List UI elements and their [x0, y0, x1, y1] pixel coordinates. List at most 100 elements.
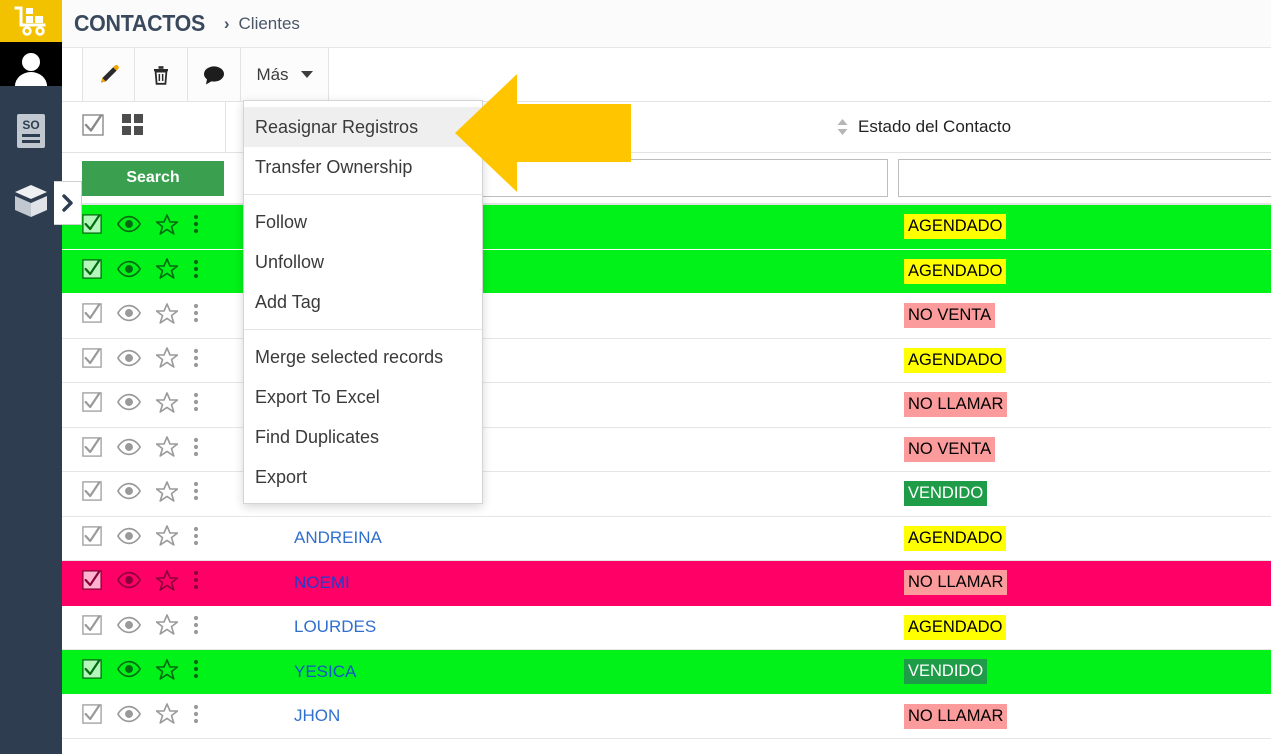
row-select-checkbox[interactable] — [82, 615, 102, 640]
row-favorite-button[interactable] — [155, 347, 179, 373]
eye-icon — [116, 438, 142, 455]
row-select-checkbox[interactable] — [82, 392, 102, 417]
checkbox-checked-icon — [82, 303, 102, 323]
select-all-checkbox[interactable] — [82, 113, 104, 141]
row-more-actions-button[interactable] — [193, 259, 199, 284]
table-row[interactable]: YESICA VENDIDO — [62, 650, 1271, 695]
menu-item[interactable]: Add Tag — [244, 282, 482, 322]
row-favorite-button[interactable] — [155, 302, 179, 329]
table-row[interactable]: ANDREINA AGENDADO — [62, 516, 1271, 561]
table-row[interactable]: LOURDES AGENDADO — [62, 605, 1271, 650]
menu-item[interactable]: Export To Excel — [244, 377, 482, 417]
row-select-checkbox[interactable] — [82, 526, 102, 551]
status-badge: AGENDADO — [904, 525, 1007, 551]
row-preview-button[interactable] — [116, 438, 142, 461]
row-more-actions-button[interactable] — [193, 437, 199, 462]
row-preview-button[interactable] — [116, 616, 142, 639]
row-favorite-button[interactable] — [155, 525, 179, 551]
row-contact-name[interactable]: YESICA — [294, 662, 356, 682]
row-favorite-button[interactable] — [155, 391, 179, 418]
row-more-actions-button[interactable] — [193, 348, 199, 373]
row-select-checkbox[interactable] — [82, 659, 102, 684]
row-more-actions-button[interactable] — [193, 704, 199, 729]
more-actions-icon — [193, 704, 199, 723]
row-preview-button[interactable] — [116, 660, 142, 683]
row-favorite-button[interactable] — [155, 258, 179, 284]
products-box-icon — [15, 185, 47, 217]
comment-button[interactable] — [188, 48, 241, 101]
row-more-actions-button[interactable] — [193, 392, 199, 417]
row-preview-button[interactable] — [116, 349, 142, 372]
row-favorite-button[interactable] — [155, 569, 179, 596]
checkbox-checked-icon — [82, 348, 102, 368]
trash-icon — [154, 65, 168, 85]
row-preview-button[interactable] — [116, 393, 142, 416]
row-select-checkbox[interactable] — [82, 704, 102, 729]
row-select-checkbox[interactable] — [82, 214, 102, 239]
row-select-checkbox[interactable] — [82, 259, 102, 284]
sidebar-item-products[interactable] — [0, 170, 62, 232]
app-logo[interactable] — [0, 0, 62, 42]
grid-view-toggle[interactable] — [122, 113, 144, 141]
menu-item[interactable]: Merge selected records — [244, 337, 482, 377]
row-select-checkbox[interactable] — [82, 437, 102, 462]
row-favorite-button[interactable] — [155, 480, 179, 507]
row-favorite-button[interactable] — [155, 614, 179, 640]
column-header-estado-contacto[interactable]: Estado del Contacto — [836, 117, 1011, 137]
row-select-checkbox[interactable] — [82, 348, 102, 373]
row-action-icons — [62, 703, 212, 729]
row-contact-name[interactable]: JHON — [294, 706, 340, 726]
eye-icon — [116, 305, 142, 322]
row-contact-name[interactable]: ANDREINA — [294, 528, 382, 548]
column-header-label: Estado del Contacto — [858, 117, 1012, 136]
user-avatar[interactable] — [0, 42, 62, 86]
row-contact-name[interactable]: NOEMI — [294, 573, 350, 593]
row-favorite-button[interactable] — [155, 213, 179, 240]
more-dropdown-button[interactable]: Más — [241, 48, 329, 101]
row-more-actions-button[interactable] — [193, 526, 199, 551]
row-preview-button[interactable] — [116, 304, 142, 327]
table-row[interactable]: NOEMI NO LLAMAR — [62, 561, 1271, 606]
row-favorite-button[interactable] — [155, 658, 179, 685]
eye-icon — [116, 349, 142, 366]
menu-item[interactable]: Follow — [244, 202, 482, 242]
more-actions-icon — [193, 215, 199, 234]
star-icon — [155, 391, 179, 413]
menu-item[interactable]: Find Duplicates — [244, 417, 482, 457]
row-preview-button[interactable] — [116, 527, 142, 550]
breadcrumb-module[interactable]: CONTACTOS — [74, 10, 205, 37]
row-preview-button[interactable] — [116, 215, 142, 238]
delete-button[interactable] — [135, 48, 188, 101]
sidebar-expand-button[interactable] — [54, 181, 82, 225]
search-input-estado[interactable] — [898, 159, 1271, 197]
menu-divider — [244, 329, 482, 330]
row-more-actions-button[interactable] — [193, 214, 199, 239]
row-favorite-button[interactable] — [155, 436, 179, 462]
sidebar-item-sales-order[interactable]: SO — [0, 100, 62, 162]
row-select-checkbox[interactable] — [82, 570, 102, 595]
row-favorite-button[interactable] — [155, 703, 179, 729]
menu-item[interactable]: Unfollow — [244, 242, 482, 282]
status-badge: NO VENTA — [904, 436, 996, 462]
eye-icon — [116, 394, 142, 411]
row-contact-name[interactable]: LOURDES — [294, 617, 376, 637]
row-more-actions-button[interactable] — [193, 615, 199, 640]
row-select-checkbox[interactable] — [82, 303, 102, 328]
search-button[interactable]: Search — [82, 160, 224, 196]
breadcrumb-current[interactable]: Clientes — [239, 14, 300, 34]
checkbox-checked-icon — [82, 570, 102, 590]
row-more-actions-button[interactable] — [193, 659, 199, 684]
menu-item[interactable]: Export — [244, 457, 482, 497]
row-preview-button[interactable] — [116, 571, 142, 594]
row-more-actions-button[interactable] — [193, 303, 199, 328]
row-select-checkbox[interactable] — [82, 481, 102, 506]
menu-item[interactable]: Reasignar Registros — [244, 107, 482, 147]
menu-item[interactable]: Transfer Ownership — [244, 147, 482, 187]
row-preview-button[interactable] — [116, 482, 142, 505]
table-row[interactable]: JHON NO LLAMAR — [62, 694, 1271, 739]
row-preview-button[interactable] — [116, 260, 142, 283]
edit-button[interactable] — [82, 48, 135, 101]
row-more-actions-button[interactable] — [193, 570, 199, 595]
row-preview-button[interactable] — [116, 705, 142, 728]
row-more-actions-button[interactable] — [193, 481, 199, 506]
